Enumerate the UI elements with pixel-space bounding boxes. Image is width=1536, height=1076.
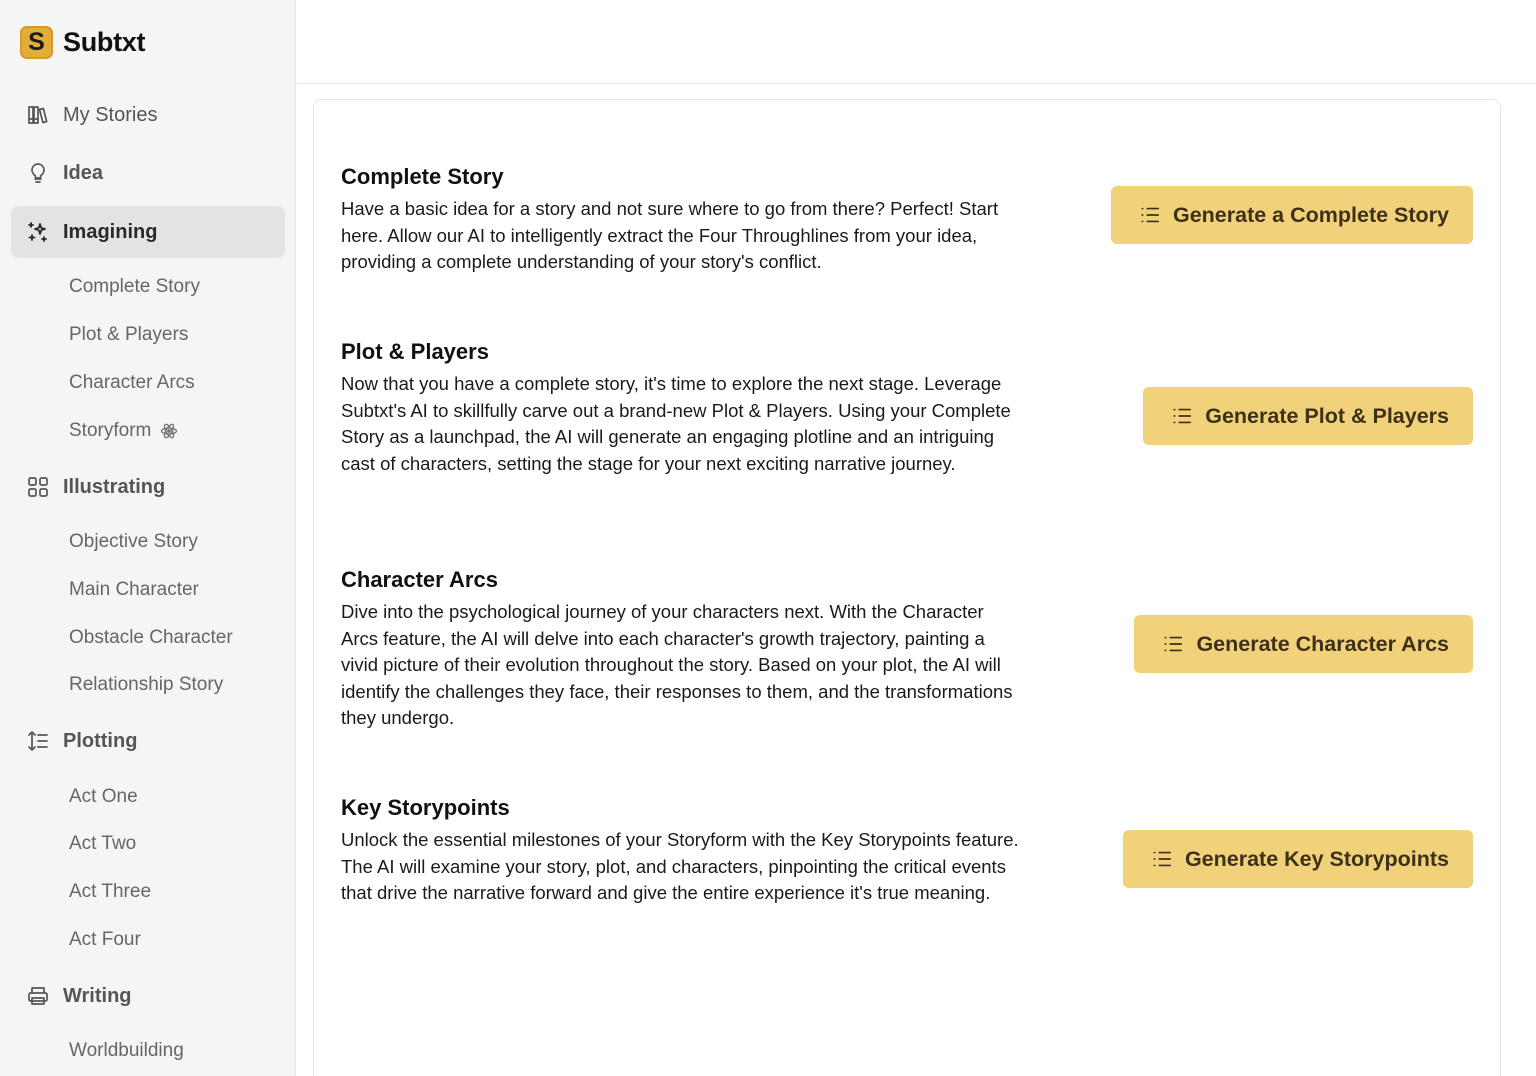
feature-title: Character Arcs xyxy=(341,567,498,592)
sidebar-subitem-storyform[interactable]: Storyform xyxy=(69,420,179,442)
printer-icon xyxy=(25,983,51,1009)
sidebar-subitem-character-arcs[interactable]: Character Arcs xyxy=(69,372,195,394)
feature-title: Complete Story xyxy=(341,164,504,189)
generate-plot-players-button[interactable]: Generate Plot & Players xyxy=(1143,387,1473,445)
button-label: Generate Plot & Players xyxy=(1205,403,1449,428)
sidebar-item-plotting[interactable]: Plotting xyxy=(11,715,285,767)
sidebar-subitem-main-character[interactable]: Main Character xyxy=(69,579,199,601)
list-icon xyxy=(1171,405,1193,427)
sidebar-item-label: My Stories xyxy=(63,103,158,126)
sidebar-item-illustrating[interactable]: Illustrating xyxy=(11,461,285,513)
generate-key-storypoints-button[interactable]: Generate Key Storypoints xyxy=(1122,830,1473,888)
feature-description: Unlock the essential milestones of your … xyxy=(341,829,1019,903)
sidebar-subitem-act-three[interactable]: Act Three xyxy=(69,881,151,903)
sidebar: S Subtxt My Stories Idea Imagining Compl… xyxy=(0,0,296,1076)
sidebar-subitem-act-four[interactable]: Act Four xyxy=(69,929,141,951)
sidebar-subitem-label: Storyform xyxy=(69,420,152,441)
feature-title: Plot & Players xyxy=(341,339,489,364)
feature-description: Dive into the psychological journey of y… xyxy=(341,601,1013,728)
brand[interactable]: S Subtxt xyxy=(20,26,146,59)
feature-description: Now that you have a complete story, it's… xyxy=(341,373,1011,474)
sidebar-item-label: Imagining xyxy=(63,220,158,243)
subtxt-logo-icon: S xyxy=(20,26,53,59)
sidebar-item-label: Writing xyxy=(63,984,132,1007)
sidebar-subitem-objective-story[interactable]: Objective Story xyxy=(69,531,198,553)
list-icon xyxy=(1162,633,1184,655)
feature-complete-story: Complete Story Have a basic idea for a s… xyxy=(341,162,1021,276)
button-label: Generate Key Storypoints xyxy=(1184,846,1449,871)
list-icon xyxy=(1139,204,1161,226)
generate-character-arcs-button[interactable]: Generate Character Arcs xyxy=(1134,615,1473,673)
feature-character-arcs: Character Arcs Dive into the psychologic… xyxy=(341,565,1021,732)
generator-card: Complete Story Have a basic idea for a s… xyxy=(313,99,1501,1076)
button-label: Generate a Complete Story xyxy=(1172,202,1449,227)
feature-title: Key Storypoints xyxy=(341,795,510,820)
grid-icon xyxy=(25,474,51,500)
sparkles-icon xyxy=(25,219,51,245)
sidebar-item-writing[interactable]: Writing xyxy=(11,970,285,1022)
sidebar-item-label: Idea xyxy=(63,161,104,184)
sidebar-item-my-stories[interactable]: My Stories xyxy=(11,89,285,141)
lightbulb-icon xyxy=(25,160,51,186)
sidebar-subitem-act-two[interactable]: Act Two xyxy=(69,833,136,855)
generate-complete-story-button[interactable]: Generate a Complete Story xyxy=(1110,186,1473,244)
feature-description: Have a basic idea for a story and not su… xyxy=(341,198,999,272)
feature-plot-players: Plot & Players Now that you have a compl… xyxy=(341,337,1021,477)
sidebar-item-label: Illustrating xyxy=(63,475,166,498)
sidebar-subitem-complete-story[interactable]: Complete Story xyxy=(69,276,200,298)
sidebar-item-imagining[interactable]: Imagining xyxy=(11,206,285,258)
sidebar-item-idea[interactable]: Idea xyxy=(11,147,285,199)
feature-key-storypoints: Key Storypoints Unlock the essential mil… xyxy=(341,793,1021,907)
top-header xyxy=(297,0,1536,84)
library-icon xyxy=(25,102,51,128)
brand-name: Subtxt xyxy=(63,27,146,57)
sort-list-icon xyxy=(25,728,51,754)
sidebar-item-label: Plotting xyxy=(63,729,138,752)
sidebar-subitem-plot-players[interactable]: Plot & Players xyxy=(69,324,188,346)
sidebar-subitem-act-one[interactable]: Act One xyxy=(69,786,138,808)
app-root: S Subtxt My Stories Idea Imagining Compl… xyxy=(0,0,1536,1076)
sidebar-subitem-relationship-story[interactable]: Relationship Story xyxy=(69,674,223,696)
button-label: Generate Character Arcs xyxy=(1196,631,1449,656)
atom-icon xyxy=(159,421,179,441)
list-icon xyxy=(1151,848,1173,870)
sidebar-subitem-obstacle-character[interactable]: Obstacle Character xyxy=(69,627,233,649)
sidebar-subitem-worldbuilding[interactable]: Worldbuilding xyxy=(69,1040,184,1062)
